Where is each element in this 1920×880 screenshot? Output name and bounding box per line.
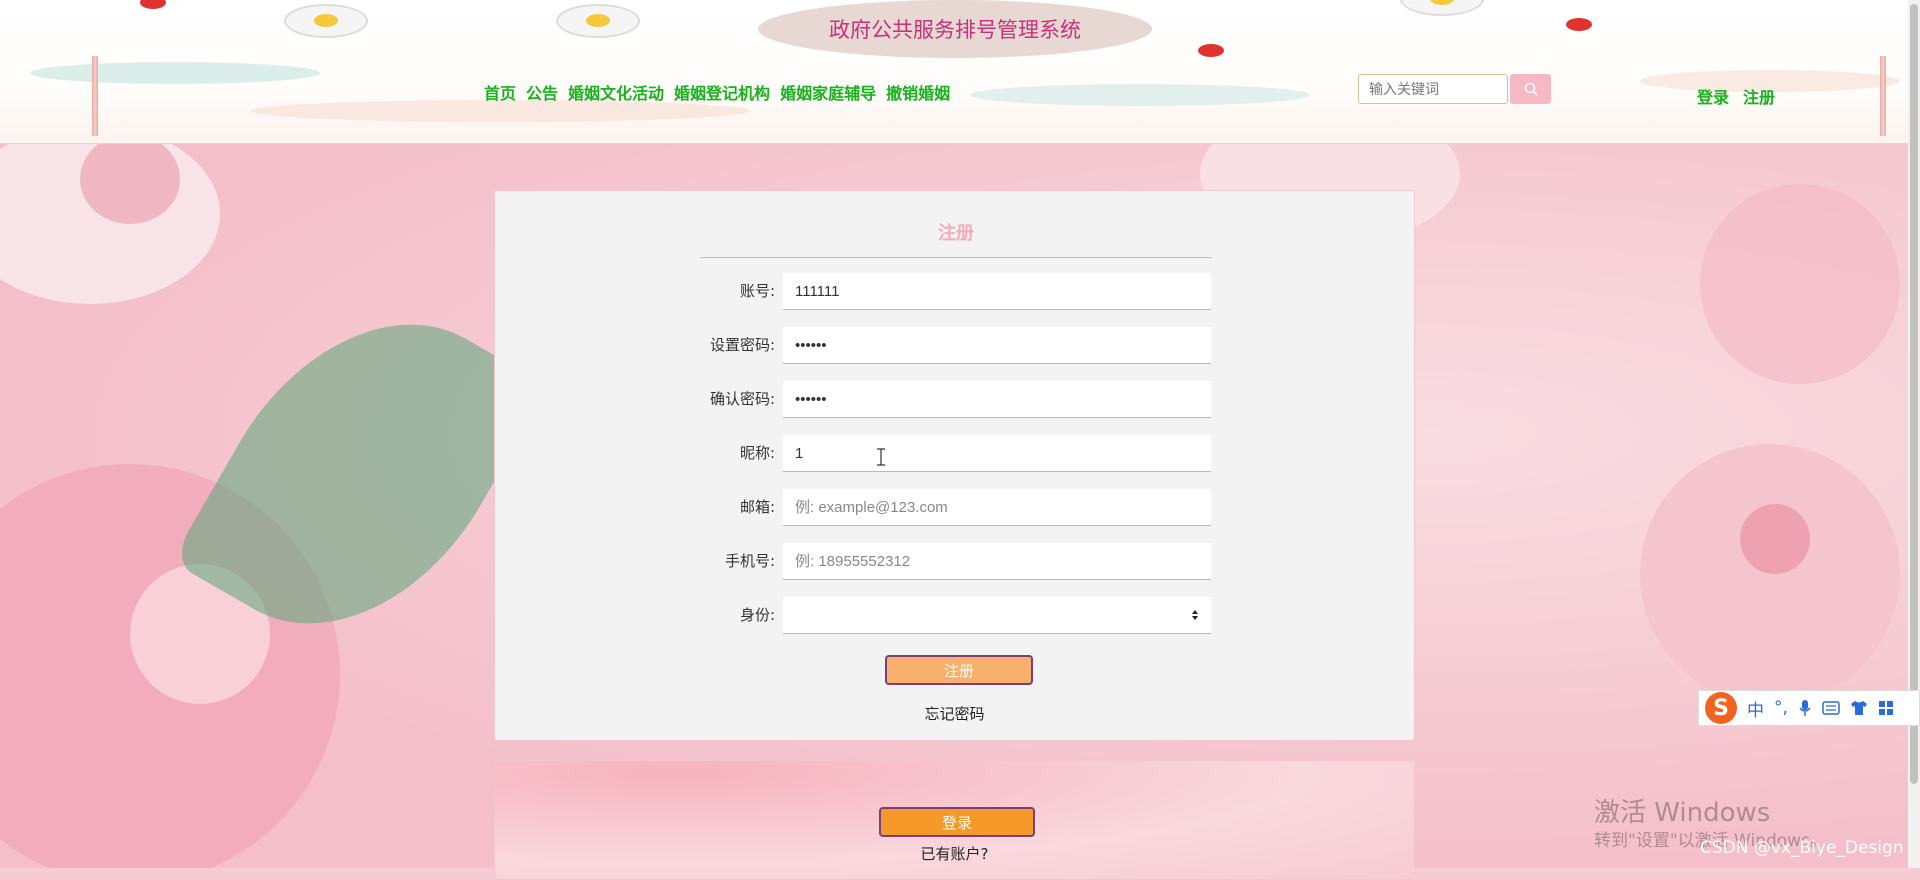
nav-family-counseling[interactable]: 婚姻家庭辅导 [780,80,876,104]
flower-decoration [1700,184,1900,384]
windows-activation-title: 激活 Windows [1594,798,1771,828]
egg-decoration [284,4,368,38]
flower-decoration [1640,444,1900,704]
header: 政府公共服务排号管理系统 首页 公告 婚姻文化活动 婚姻登记机构 婚姻家庭辅导 … [0,0,1908,144]
site-title: 政府公共服务排号管理系统 [758,0,1152,58]
main-nav: 首页 公告 婚姻文化活动 婚姻登记机构 婚姻家庭辅导 撤销婚姻 [484,80,950,104]
nickname-label: 昵称: [739,444,775,462]
sogou-logo[interactable]: S [1705,692,1737,724]
post-decoration [1880,56,1886,136]
register-card: 注册 账号: 设置密码: 确认密码: 昵称: 邮箱: 手机号: 身份: 注册 忘… [494,190,1415,741]
identity-row: 身份: [645,597,1365,635]
nav-culture-activity[interactable]: 婚姻文化活动 [568,80,664,104]
header-register-link[interactable]: 注册 [1743,84,1775,108]
search-button[interactable] [1510,74,1551,104]
ime-toolbar: S 中 °, [1698,690,1920,726]
nav-registry-office[interactable]: 婚姻登记机构 [674,80,770,104]
email-row: 邮箱: [645,489,1365,527]
egg-decoration [556,4,640,38]
nav-annul-marriage[interactable]: 撤销婚姻 [886,80,950,104]
email-label: 邮箱: [739,498,775,516]
strawberry-decoration [1566,18,1592,31]
register-button[interactable]: 注册 [885,655,1033,685]
brush-stroke [30,62,320,84]
ime-punctuation-mode[interactable]: °, [1774,698,1788,718]
forgot-password-link[interactable]: 忘记密码 [495,703,1414,724]
microphone-icon[interactable] [1798,699,1812,717]
post-decoration [92,56,98,136]
nickname-row: 昵称: [645,435,1365,473]
text-cursor-icon [877,448,885,466]
auth-links: 登录 注册 [1697,84,1775,108]
strawberry-decoration [140,0,166,9]
phone-row: 手机号: [645,543,1365,581]
account-row: 账号: [645,273,1365,311]
confirm-password-input[interactable] [783,381,1211,418]
login-button[interactable]: 登录 [879,807,1035,837]
egg-decoration [1400,0,1484,16]
password-input[interactable] [783,327,1211,364]
search-input[interactable] [1358,74,1508,104]
login-card: 登录 已有账户? [494,760,1415,880]
account-label: 账号: [739,282,775,300]
email-input[interactable] [783,489,1211,526]
phone-label: 手机号: [724,552,775,570]
strawberry-decoration [1198,44,1224,57]
form-title: 注册 [700,219,1212,258]
confirm-password-row: 确认密码: [645,381,1365,419]
select-arrows-icon [1192,610,1198,620]
ime-chinese-mode[interactable]: 中 [1747,696,1764,721]
identity-label: 身份: [739,606,775,624]
skin-icon[interactable] [1850,700,1868,716]
nickname-input[interactable] [783,435,1211,472]
brush-stroke [970,84,1310,106]
confirm-password-label: 确认密码: [709,390,775,408]
phone-input[interactable] [783,543,1211,580]
nav-home[interactable]: 首页 [484,80,516,104]
password-row: 设置密码: [645,327,1365,365]
keyboard-icon[interactable] [1822,701,1840,715]
toolbox-icon[interactable] [1878,700,1894,716]
has-account-text[interactable]: 已有账户? [495,843,1414,864]
csdn-credit: CSDN @vx_Biye_Design [1700,838,1904,858]
account-input[interactable] [783,273,1211,310]
password-label: 设置密码: [709,336,775,354]
nav-announcement[interactable]: 公告 [526,80,558,104]
header-login-link[interactable]: 登录 [1697,84,1729,108]
flower-decoration [1740,504,1810,574]
scrollbar-thumb[interactable] [1910,4,1918,784]
identity-select[interactable] [783,597,1211,634]
search-icon [1524,82,1538,96]
